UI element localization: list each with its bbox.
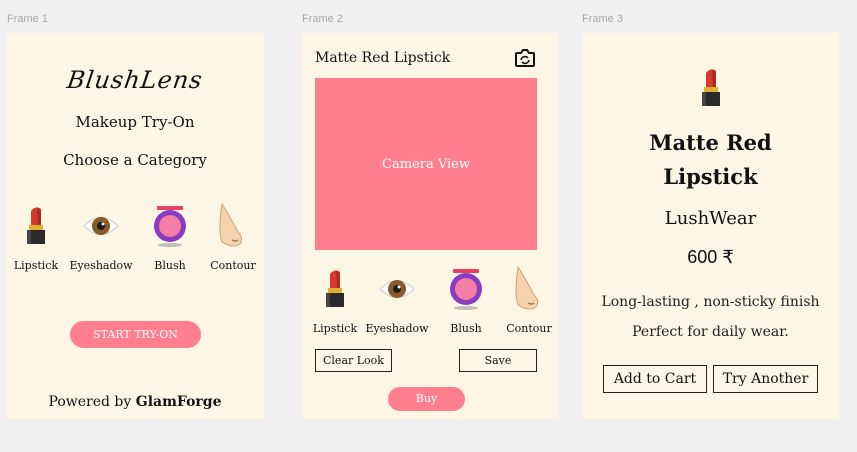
category-eyeshadow[interactable]: Eyeshadow bbox=[362, 266, 432, 335]
category-label: Lipstick bbox=[312, 322, 358, 335]
category-label: Blush bbox=[450, 322, 482, 335]
buy-button[interactable]: Buy bbox=[388, 387, 465, 411]
blush-compact-icon bbox=[152, 203, 188, 249]
category-eyeshadow[interactable]: Eyeshadow bbox=[66, 203, 136, 272]
category-blush[interactable]: Blush bbox=[148, 203, 192, 272]
category-label: Contour bbox=[210, 259, 256, 272]
category-contour[interactable]: Contour bbox=[208, 202, 258, 272]
powered-by: Powered by GlamForge bbox=[6, 394, 264, 410]
lipstick-icon bbox=[22, 203, 50, 249]
app-logo: BlushLens bbox=[65, 66, 205, 94]
try-another-button[interactable]: Try Another bbox=[713, 365, 818, 393]
add-to-cart-button[interactable]: Add to Cart bbox=[603, 365, 707, 393]
category-label: Contour bbox=[506, 322, 552, 335]
powered-by-prefix: Powered by bbox=[48, 394, 132, 410]
app-subtitle: Makeup Try-On bbox=[75, 113, 195, 131]
frame-2-label: Frame 2 bbox=[302, 13, 343, 25]
blush-compact-icon bbox=[448, 266, 484, 312]
category-lipstick[interactable]: Lipstick bbox=[14, 203, 58, 272]
product-price: 600 ₹ bbox=[687, 247, 734, 267]
eye-icon bbox=[82, 203, 120, 249]
category-row: Lipstick Eyeshadow Blush Contour bbox=[14, 202, 258, 272]
clear-look-button[interactable]: Clear Look bbox=[315, 349, 392, 372]
category-label: Eyeshadow bbox=[69, 259, 133, 272]
product-name-line1: Matte Red bbox=[649, 130, 772, 155]
camera-switch-icon[interactable] bbox=[514, 48, 536, 72]
category-label: Eyeshadow bbox=[365, 322, 429, 335]
save-button[interactable]: Save bbox=[459, 349, 537, 372]
product-description-line1: Long-lasting , non-sticky finish bbox=[601, 294, 820, 310]
lipstick-icon bbox=[321, 266, 349, 312]
nose-icon bbox=[218, 202, 248, 249]
lipstick-icon bbox=[582, 67, 839, 113]
category-contour[interactable]: Contour bbox=[504, 265, 554, 335]
frame-3-product: Matte Red Lipstick LushWear 600 ₹ Long-l… bbox=[582, 33, 839, 419]
category-row: Lipstick Eyeshadow Blush Contour bbox=[312, 265, 554, 335]
frame-3-label: Frame 3 bbox=[582, 13, 623, 25]
category-label: Blush bbox=[154, 259, 186, 272]
nose-icon bbox=[514, 265, 544, 312]
category-prompt: Choose a Category bbox=[63, 151, 207, 169]
product-brand: LushWear bbox=[664, 208, 757, 229]
camera-view-label: Camera View bbox=[382, 156, 470, 172]
start-try-on-button[interactable]: START TRY-ON bbox=[70, 321, 201, 348]
product-description-line2: Perfect for daily wear. bbox=[632, 324, 789, 340]
product-title: Matte Red Lipstick bbox=[315, 50, 451, 66]
powered-by-brand: GlamForge bbox=[135, 394, 222, 410]
camera-view[interactable]: Camera View bbox=[315, 78, 537, 250]
eye-icon bbox=[378, 266, 416, 312]
frame-2-camera: Matte Red Lipstick Camera View Lipstick bbox=[302, 33, 558, 419]
category-label: Lipstick bbox=[13, 259, 59, 272]
category-blush[interactable]: Blush bbox=[444, 266, 488, 335]
category-lipstick[interactable]: Lipstick bbox=[312, 266, 358, 335]
frame-1-label: Frame 1 bbox=[7, 13, 48, 25]
frame-1-home: BlushLens Makeup Try-On Choose a Categor… bbox=[6, 33, 264, 419]
product-name-line2: Lipstick bbox=[663, 164, 758, 189]
